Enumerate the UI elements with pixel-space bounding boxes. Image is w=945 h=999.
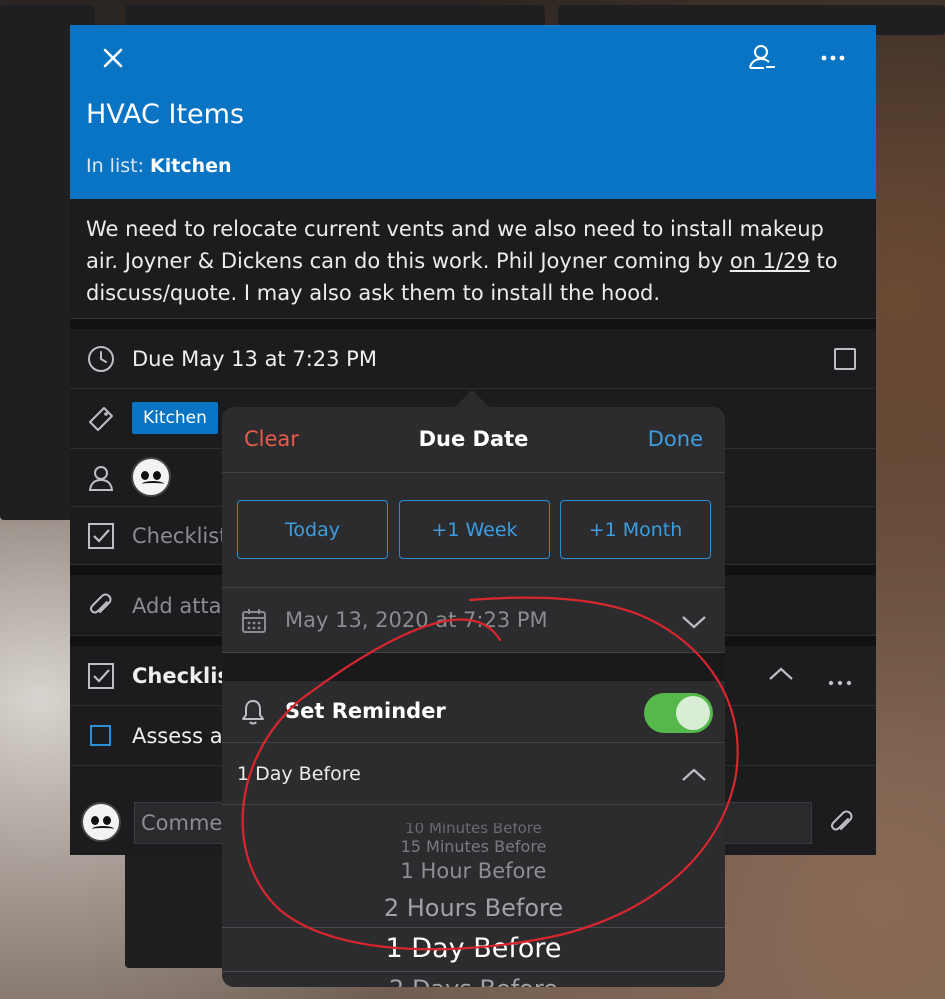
paperclip-icon	[86, 591, 116, 621]
task-title[interactable]: HVAC Items	[86, 99, 244, 130]
done-button[interactable]: Done	[648, 427, 703, 451]
picker-selection-line	[222, 971, 725, 972]
today-button[interactable]: Today	[237, 500, 388, 559]
set-reminder-row: Set Reminder	[222, 681, 725, 743]
picker-option[interactable]: 10 Minutes Before	[222, 823, 725, 833]
reminder-picker-wheel[interactable]: 10 Minutes Before 15 Minutes Before 1 Ho…	[222, 805, 725, 987]
assignee-avatar[interactable]	[131, 457, 171, 497]
section-gap	[222, 653, 725, 681]
due-date-row[interactable]: Due May 13 at 7:23 PM	[70, 329, 876, 389]
notes-text-1: We need to relocate current vents and we…	[86, 217, 824, 273]
date-value: May 13, 2020 at 7:23 PM	[285, 608, 548, 632]
bell-icon	[240, 698, 266, 730]
checklist-more-icon[interactable]	[827, 672, 853, 691]
tag-chip-kitchen[interactable]: Kitchen	[132, 402, 218, 434]
paperclip-icon[interactable]	[828, 809, 856, 841]
task-notes[interactable]: We need to relocate current vents and we…	[70, 199, 876, 319]
popover-arrow	[454, 390, 490, 408]
checkbox-checked-icon	[86, 521, 116, 551]
plus-one-month-button[interactable]: +1 Month	[560, 500, 711, 559]
picker-option[interactable]: 2 Days Before	[222, 975, 725, 987]
task-header: HVAC Items In list: Kitchen	[70, 25, 876, 199]
due-date-label: Due May 13 at 7:23 PM	[132, 346, 377, 371]
picker-selected-option[interactable]: 1 Day Before	[222, 933, 725, 964]
checklist-add-label: Checklist	[132, 523, 228, 548]
plus-one-week-button[interactable]: +1 Week	[399, 500, 550, 559]
picker-option[interactable]: 2 Hours Before	[222, 894, 725, 922]
set-reminder-label: Set Reminder	[285, 699, 446, 723]
popover-header: Clear Due Date Done	[222, 407, 725, 473]
checklist-icon	[86, 661, 116, 691]
date-selector[interactable]: May 13, 2020 at 7:23 PM	[222, 587, 725, 653]
chevron-down-icon[interactable]	[680, 612, 708, 636]
user-avatar	[81, 802, 121, 842]
picker-selection-line	[222, 927, 725, 928]
list-name[interactable]: Kitchen	[150, 155, 232, 177]
picker-option[interactable]: 1 Hour Before	[222, 859, 725, 883]
close-icon[interactable]	[93, 38, 133, 78]
person-icon	[86, 463, 116, 493]
due-date-popover: Clear Due Date Done Today +1 Week +1 Mon…	[222, 407, 725, 987]
divider	[70, 319, 876, 329]
more-options-icon[interactable]	[813, 38, 853, 78]
picker-option[interactable]: 15 Minutes Before	[222, 837, 725, 856]
reminder-toggle[interactable]	[644, 693, 713, 733]
reminder-offset-row[interactable]: 1 Day Before	[222, 743, 725, 805]
chevron-up-icon[interactable]	[680, 765, 708, 789]
assign-user-icon[interactable]	[742, 38, 782, 78]
chevron-up-icon[interactable]	[767, 664, 795, 688]
checklist-item-label: Assess a	[132, 723, 223, 748]
reminder-offset-value: 1 Day Before	[237, 763, 361, 785]
calendar-icon	[241, 608, 267, 638]
in-list-prefix: In list:	[86, 155, 144, 177]
complete-checkbox[interactable]	[834, 348, 856, 370]
tag-icon	[86, 404, 116, 434]
background-card-bottom	[125, 840, 225, 968]
notes-date-link[interactable]: on 1/29	[730, 249, 810, 273]
clock-icon	[86, 344, 116, 374]
checklist-item-checkbox[interactable]	[90, 725, 111, 746]
list-breadcrumb[interactable]: In list: Kitchen	[86, 155, 232, 177]
